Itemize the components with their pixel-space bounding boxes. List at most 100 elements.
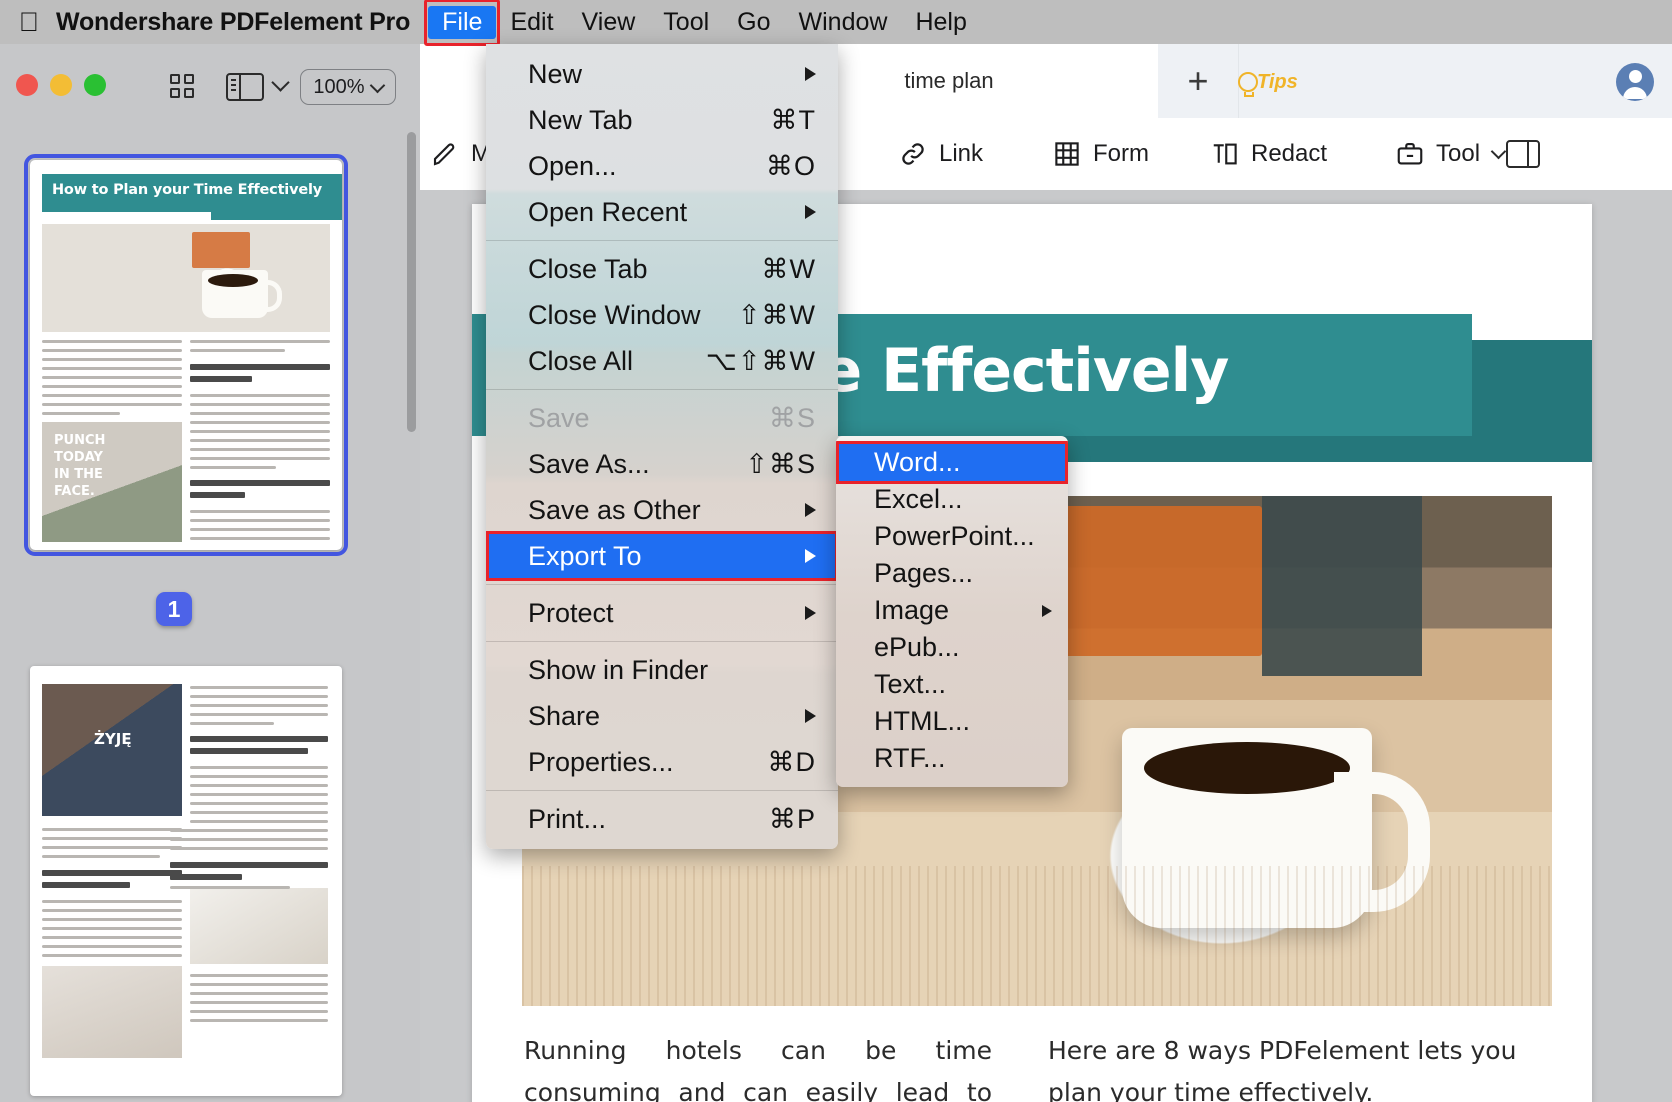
menu-item-tool[interactable]: Tool [649, 6, 723, 39]
menu-item-go[interactable]: Go [723, 6, 784, 39]
link-icon [898, 139, 928, 169]
thumb2-photo-zyje: ŻYJĘ [42, 684, 182, 816]
avatar[interactable] [1616, 63, 1654, 101]
menu-shortcut: ⇧⌘W [738, 300, 816, 331]
file-menu-item-share[interactable]: Share [486, 693, 838, 739]
export-menu-item-word[interactable]: Word... [836, 444, 1068, 481]
menu-separator [486, 641, 838, 642]
menu-label: ePub... [874, 632, 960, 663]
chevron-down-icon[interactable] [271, 73, 289, 91]
export-menu-item-image[interactable]: Image [836, 592, 1068, 629]
menu-label: Excel... [874, 484, 963, 515]
zoom-level-selector[interactable]: 100% [300, 69, 396, 105]
menu-label: Close All [528, 346, 633, 377]
menu-item-file-label: File [442, 8, 482, 36]
menu-label: New [528, 59, 582, 90]
thumbnail-scrollbar[interactable] [407, 132, 416, 432]
file-menu-item-export-to[interactable]: Export To [486, 533, 838, 579]
export-menu-item-html[interactable]: HTML... [836, 703, 1068, 740]
new-tab-button[interactable]: + [1158, 44, 1239, 118]
export-menu-item-rtf[interactable]: RTF... [836, 740, 1068, 777]
menu-label: Save [528, 403, 590, 434]
toolbar-redact-label: Redact [1251, 140, 1327, 168]
page-thumbnail-panel[interactable]: How to Plan your Time Effectively PUNCHT… [0, 118, 420, 1102]
zoom-level-value: 100% [313, 76, 364, 99]
file-menu-item-protect[interactable]: Protect [486, 590, 838, 636]
tips-button[interactable]: Tips [1238, 62, 1348, 102]
menu-item-view[interactable]: View [568, 6, 650, 39]
minimize-button[interactable] [50, 74, 72, 96]
export-menu-item-text[interactable]: Text... [836, 666, 1068, 703]
file-menu-item-close-all[interactable]: Close All ⌥⇧⌘W [486, 338, 838, 384]
thumb2-overlay-text: ŻYJĘ [94, 730, 132, 748]
menu-shortcut: ⌘T [771, 105, 817, 136]
file-menu-item-new-tab[interactable]: New Tab ⌘T [486, 97, 838, 143]
file-menu-item-properties[interactable]: Properties... ⌘D [486, 739, 838, 785]
thumb-photo-punch: PUNCHTODAYIN THEFACE. [42, 422, 182, 542]
toolbar-link-button[interactable]: Link [898, 139, 983, 169]
file-menu-item-new[interactable]: New [486, 51, 838, 97]
file-menu-item-save-as[interactable]: Save As... ⇧⌘S [486, 441, 838, 487]
menu-label: Save as Other [528, 495, 701, 526]
menu-label: HTML... [874, 706, 970, 737]
close-button[interactable] [16, 74, 38, 96]
file-menu-item-save-as-other[interactable]: Save as Other [486, 487, 838, 533]
apple-logo-icon[interactable]:  [16, 7, 42, 37]
export-menu-item-epub[interactable]: ePub... [836, 629, 1068, 666]
submenu-arrow-icon [805, 67, 816, 81]
export-to-submenu[interactable]: Word... Excel... PowerPoint... Pages... … [836, 436, 1068, 787]
menu-label: Open... [528, 151, 617, 182]
menu-shortcut: ⌘O [766, 151, 816, 182]
submenu-arrow-icon [805, 709, 816, 723]
menu-label: Close Tab [528, 254, 648, 285]
sidebar-panel-icon[interactable] [226, 73, 264, 101]
toolbox-icon [1395, 139, 1425, 169]
file-menu-item-open-recent[interactable]: Open Recent [486, 189, 838, 235]
thumb2-photo-room [42, 966, 182, 1058]
menu-label: Export To [528, 541, 642, 572]
file-menu-item-show-in-finder[interactable]: Show in Finder [486, 647, 838, 693]
export-menu-item-excel[interactable]: Excel... [836, 481, 1068, 518]
file-menu-item-print[interactable]: Print... ⌘P [486, 796, 838, 842]
toolbar-tool-button[interactable]: Tool [1395, 139, 1504, 169]
menu-separator [486, 240, 838, 241]
menu-label: Print... [528, 804, 606, 835]
maximize-button[interactable] [84, 74, 106, 96]
menu-item-help[interactable]: Help [901, 6, 980, 39]
menu-item-window[interactable]: Window [785, 6, 902, 39]
file-dropdown-menu[interactable]: New New Tab ⌘T Open... ⌘O Open Recent Cl… [486, 44, 838, 849]
menu-item-edit[interactable]: Edit [496, 6, 567, 39]
menu-label: Save As... [528, 449, 650, 480]
thumbnail-page-1[interactable]: How to Plan your Time Effectively PUNCHT… [30, 160, 342, 550]
grid-view-icon[interactable] [170, 74, 196, 100]
menu-label: Pages... [874, 558, 973, 589]
tips-label: Tips [1257, 71, 1298, 94]
submenu-arrow-icon [1042, 605, 1052, 617]
pen-icon [430, 139, 460, 169]
window-title-bar: 100% [0, 44, 420, 118]
toolbar-redact-button[interactable]: Redact [1210, 139, 1327, 169]
file-menu-item-open[interactable]: Open... ⌘O [486, 143, 838, 189]
menu-shortcut: ⌘S [769, 403, 816, 434]
redact-icon [1210, 139, 1240, 169]
export-menu-item-powerpoint[interactable]: PowerPoint... [836, 518, 1068, 555]
document-column-right: Here are 8 ways PDFelement lets you plan… [1048, 1030, 1548, 1102]
menu-shortcut: ⌘D [768, 747, 817, 778]
file-menu-item-close-tab[interactable]: Close Tab ⌘W [486, 246, 838, 292]
right-panel-icon[interactable] [1506, 140, 1540, 168]
menu-separator [486, 389, 838, 390]
export-menu-item-pages[interactable]: Pages... [836, 555, 1068, 592]
submenu-arrow-icon [805, 503, 816, 517]
menu-shortcut: ⇧⌘S [745, 449, 816, 480]
menu-label: Protect [528, 598, 614, 629]
chevron-down-icon [369, 77, 385, 93]
menu-item-file[interactable]: File [428, 6, 496, 39]
menu-label: Text... [874, 669, 946, 700]
menu-label: New Tab [528, 105, 633, 136]
file-menu-item-close-window[interactable]: Close Window ⇧⌘W [486, 292, 838, 338]
menu-separator [486, 584, 838, 585]
toolbar-form-button[interactable]: Form [1052, 139, 1149, 169]
thumbnail-page-2[interactable]: ŻYJĘ [30, 666, 342, 1096]
document-column-left: Running hotels can be time consuming and… [524, 1030, 992, 1102]
menu-label: Show in Finder [528, 655, 708, 686]
